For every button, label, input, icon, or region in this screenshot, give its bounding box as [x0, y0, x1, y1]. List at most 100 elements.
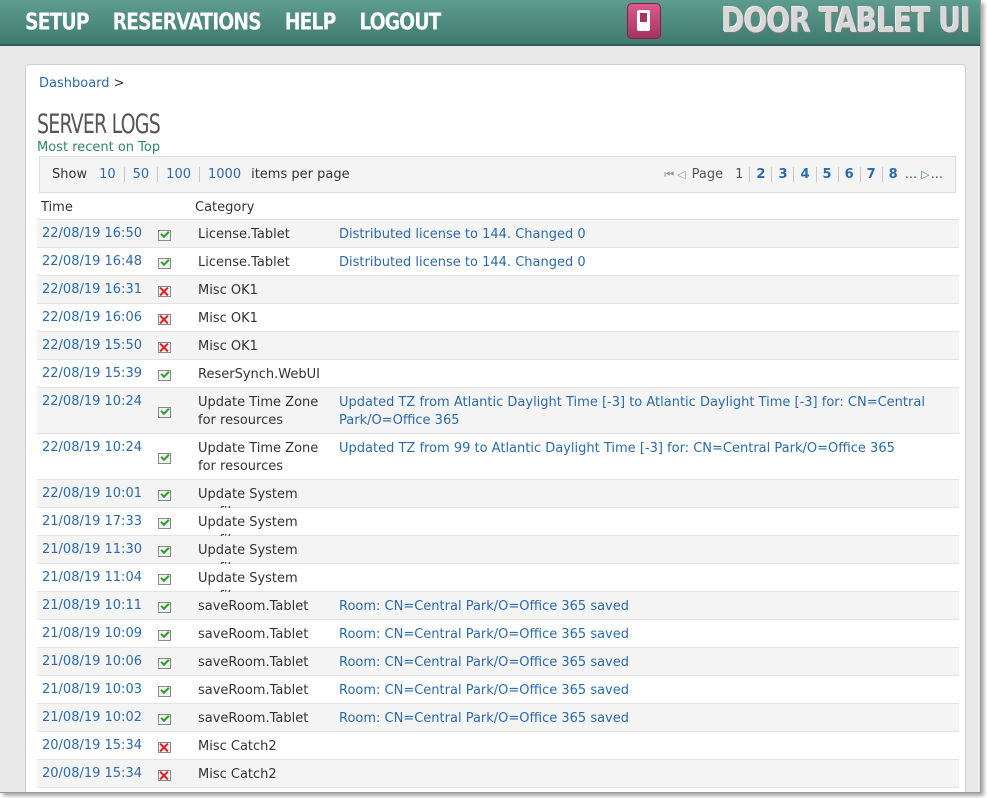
- table-row: 22/08/19 16:50 License.Tablet Distributed …: [37, 220, 959, 248]
- log-time-link[interactable]: 21/08/19 10:02: [42, 710, 142, 725]
- log-time-link[interactable]: 22/08/19 16:48: [42, 254, 142, 269]
- log-table-header: Time Category: [37, 193, 959, 220]
- success-icon: [158, 574, 171, 585]
- log-category: saveRoom.Tablet: [198, 683, 309, 698]
- page-link-8[interactable]: 8: [881, 167, 904, 182]
- success-icon: [158, 407, 171, 418]
- header-category: Category: [195, 200, 255, 215]
- table-row: 21/08/19 11:30Update System profile: [37, 536, 959, 576]
- table-row: 21/08/19 10:06 saveRoom.Tablet Room: CN=Ce…: [37, 648, 959, 676]
- log-time-link[interactable]: 22/08/19 10:24: [42, 394, 142, 409]
- breadcrumb-separator: >: [113, 76, 125, 91]
- log-message-link[interactable]: Updated TZ from Atlantic Daylight Time […: [339, 394, 949, 430]
- page-link-7[interactable]: 7: [859, 167, 882, 182]
- page-link-5[interactable]: 5: [815, 167, 838, 182]
- tablet-logo-icon: [626, 3, 661, 39]
- nav-reservations[interactable]: RESERVATIONS: [113, 9, 262, 35]
- next-page-icon[interactable]: ▷: [921, 168, 929, 181]
- log-time-link[interactable]: 22/08/19 16:06: [42, 310, 142, 325]
- log-category: ReserSynch.WebUI: [198, 367, 320, 382]
- current-page: 1: [735, 167, 744, 182]
- log-message-link[interactable]: Distributed license to 144. Changed 0: [339, 254, 949, 272]
- log-message-link[interactable]: Room: CN=Central Park/O=Office 365 saved: [339, 710, 949, 728]
- page-size-selector: Show 10 50 100 1000 items per page: [52, 167, 350, 182]
- error-icon: [158, 342, 171, 353]
- nav-help[interactable]: HELP: [285, 9, 337, 35]
- log-message-link[interactable]: Room: CN=Central Park/O=Office 365 saved: [339, 598, 949, 616]
- log-time-link[interactable]: 21/08/19 10:09: [42, 626, 142, 641]
- table-row: 21/08/19 17:33Update System profile: [37, 508, 959, 548]
- table-row: 22/08/19 16:48 License.Tablet Distributed …: [37, 248, 959, 276]
- page-size-10[interactable]: 10: [91, 167, 125, 182]
- log-time-link[interactable]: 22/08/19 15:39: [42, 366, 142, 381]
- previous-page-icon[interactable]: ◁: [677, 168, 685, 181]
- log-message-link[interactable]: Distributed license to 144. Changed 0: [339, 226, 949, 244]
- table-row: 22/08/19 16:06 Misc OK1: [37, 304, 959, 332]
- pagination-ellipsis-end: ...: [930, 167, 943, 182]
- page-size-1000[interactable]: 1000: [200, 167, 249, 182]
- page-size-100[interactable]: 100: [158, 167, 200, 182]
- page-link-3[interactable]: 3: [771, 167, 793, 182]
- log-time-link[interactable]: 20/08/19 15:34: [42, 766, 142, 781]
- log-time-link[interactable]: 21/08/19 17:33: [42, 514, 142, 529]
- log-time-link[interactable]: 21/08/19 10:06: [42, 654, 142, 669]
- log-message-link[interactable]: Room: CN=Central Park/O=Office 365 saved: [339, 626, 949, 644]
- log-category: saveRoom.Tablet: [198, 655, 309, 670]
- first-page-icon[interactable]: ⏮: [664, 168, 674, 182]
- main-nav: SETUP RESERVATIONS HELP LOGOUT: [25, 0, 464, 44]
- log-category: License.Tablet: [198, 227, 290, 242]
- log-time-link[interactable]: 22/08/19 16:50: [42, 226, 142, 241]
- log-time-link[interactable]: 22/08/19 16:31: [42, 282, 142, 297]
- log-category: saveRoom.Tablet: [198, 599, 309, 614]
- table-row: 20/08/19 12:21Update System profile: [37, 788, 959, 792]
- success-icon: [158, 602, 171, 613]
- page-link-2[interactable]: 2: [749, 167, 771, 182]
- error-icon: [158, 742, 171, 753]
- log-table-body: 22/08/19 16:50 License.Tablet Distributed …: [37, 220, 959, 792]
- table-row: 22/08/19 16:31 Misc OK1: [37, 276, 959, 304]
- pagination: ⏮ ◁ Page 1 2 3 4 5 6 7 8 ... ▷ ...: [664, 167, 943, 182]
- success-icon: [158, 630, 171, 641]
- log-time-link[interactable]: 21/08/19 10:03: [42, 682, 142, 697]
- breadcrumb-dashboard-link[interactable]: Dashboard: [39, 76, 110, 91]
- log-category: saveRoom.Tablet: [198, 711, 309, 726]
- success-icon: [158, 658, 171, 669]
- table-row: 20/08/19 15:34 Misc Catch2: [37, 760, 959, 788]
- log-message-link[interactable]: Room: CN=Central Park/O=Office 365 saved: [339, 682, 949, 700]
- nav-logout[interactable]: LOGOUT: [359, 9, 441, 35]
- page-label: Page: [691, 167, 724, 182]
- table-row: 21/08/19 11:04Update System profile: [37, 564, 959, 604]
- log-message-link[interactable]: Room: CN=Central Park/O=Office 365 saved: [339, 654, 949, 672]
- success-icon: [158, 490, 171, 501]
- pager-bar: Show 10 50 100 1000 items per page ⏮ ◁ P…: [39, 156, 956, 193]
- table-row: 20/08/19 15:34 Misc Catch2: [37, 732, 959, 760]
- page-subtitle: Most recent on Top: [37, 140, 161, 155]
- log-time-link[interactable]: 21/08/19 11:30: [42, 542, 142, 557]
- table-row: 21/08/19 10:02 saveRoom.Tablet Room: CN=Ce…: [37, 704, 959, 732]
- page-link-4[interactable]: 4: [793, 167, 815, 182]
- log-time-link[interactable]: 22/08/19 10:01: [42, 486, 142, 501]
- log-category: Update Time Zone for resources: [198, 395, 319, 428]
- table-row: 22/08/19 15:39 ReserSynch.WebUI: [37, 360, 959, 388]
- log-time-link[interactable]: 20/08/19 15:34: [42, 738, 142, 753]
- success-icon: [158, 258, 171, 269]
- log-category: Misc Catch2: [198, 767, 277, 782]
- log-message-link[interactable]: Updated TZ from 99 to Atlantic Daylight …: [339, 440, 949, 458]
- success-icon: [158, 714, 171, 725]
- log-time-link[interactable]: 22/08/19 15:50: [42, 338, 142, 353]
- log-category: Misc OK1: [198, 311, 258, 326]
- nav-setup[interactable]: SETUP: [25, 9, 90, 35]
- success-icon: [158, 453, 171, 464]
- log-time-link[interactable]: 21/08/19 11:04: [42, 570, 142, 585]
- show-label: Show: [52, 167, 88, 182]
- error-icon: [158, 770, 171, 781]
- page-size-50[interactable]: 50: [125, 167, 159, 182]
- header-time: Time: [41, 200, 73, 215]
- table-row: 21/08/19 10:11 saveRoom.Tablet Room: CN=Ce…: [37, 592, 959, 620]
- log-time-link[interactable]: 21/08/19 10:11: [42, 598, 142, 613]
- breadcrumb: Dashboard >: [39, 76, 125, 91]
- table-row: 22/08/19 10:24 Update Time Zone for resou…: [37, 388, 959, 434]
- page-link-6[interactable]: 6: [837, 167, 860, 182]
- log-time-link[interactable]: 22/08/19 10:24: [42, 440, 142, 455]
- log-category: saveRoom.Tablet: [198, 627, 309, 642]
